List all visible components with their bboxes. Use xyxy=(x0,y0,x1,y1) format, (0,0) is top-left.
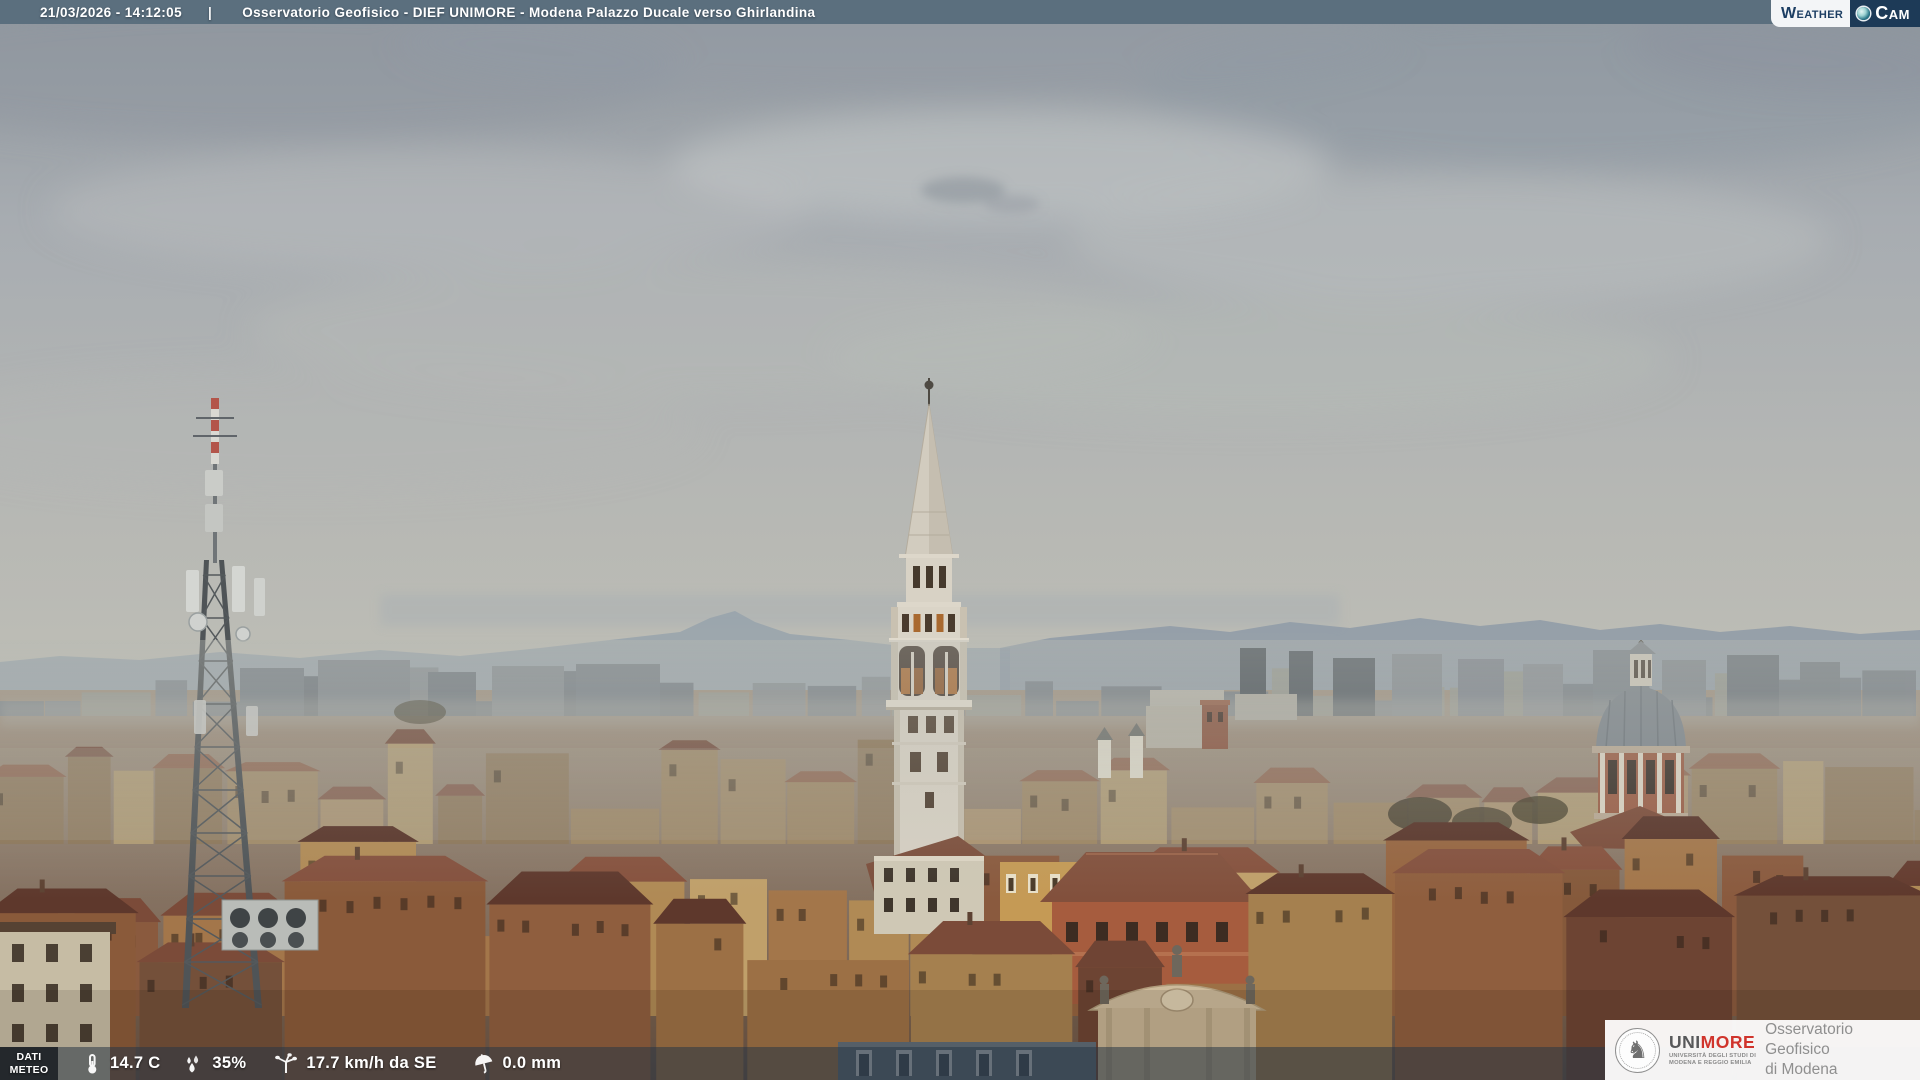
observatory-name-line2: di Modena xyxy=(1765,1061,1838,1079)
unimore-brand-panel: ♞ UNIMORE UNIVERSITÀ DEGLI STUDI DI MODE… xyxy=(1605,1020,1920,1080)
unimore-uni-text: UNI xyxy=(1669,1031,1701,1052)
wind-reading: 17.7 km/h da SE xyxy=(274,1052,437,1075)
observatory-name-line1: Osservatorio Geofisico xyxy=(1765,1020,1853,1058)
water-drops-icon xyxy=(187,1055,199,1072)
camera-title: Osservatorio Geofisico - DIEF UNIMORE - … xyxy=(242,4,816,20)
umbrella-icon xyxy=(474,1053,492,1074)
dati-label: DATI xyxy=(16,1051,42,1064)
unimore-more-text: MORE xyxy=(1700,1031,1756,1052)
university-name-line1: UNIVERSITÀ DEGLI STUDI DI xyxy=(1669,1052,1757,1059)
dati-meteo-badge: DATI METEO xyxy=(0,1047,58,1080)
timestamp: 21/03/2026 - 14:12:05 xyxy=(40,4,183,20)
meteo-label: METEO xyxy=(9,1063,49,1076)
camera-lens-icon xyxy=(1857,7,1871,20)
temperature-reading: 14.7 C xyxy=(82,1053,160,1075)
temperature-value: 14.7 C xyxy=(110,1054,161,1072)
weathercam-cam-label: Cam xyxy=(1875,3,1910,23)
separator: | xyxy=(208,4,213,20)
webcam-photo xyxy=(0,0,1920,1080)
thermometer-icon xyxy=(88,1053,97,1073)
unimore-seal-knight-icon: ♞ xyxy=(1626,1036,1649,1064)
weathercam-weather-label: Weather xyxy=(1770,0,1851,27)
unimore-wordmark: UNIMORE UNIVERSITÀ DEGLI STUDI DI MODENA… xyxy=(1669,1031,1757,1067)
humidity-reading: 35% xyxy=(182,1053,246,1075)
weathercam-cam-wrap: Cam xyxy=(1850,0,1920,27)
haze-overlay xyxy=(0,640,1920,900)
anemometer-icon xyxy=(275,1052,298,1073)
weathercam-logo: Weather Cam xyxy=(1770,0,1920,27)
unimore-seal-icon: ♞ xyxy=(1615,1027,1660,1073)
precipitation-reading: 0.0 mm xyxy=(473,1053,562,1075)
precipitation-value: 0.0 mm xyxy=(502,1054,562,1072)
status-bar: 21/03/2026 - 14:12:05 | Osservatorio Geo… xyxy=(0,0,1920,24)
webcam-viewer: 21/03/2026 - 14:12:05 | Osservatorio Geo… xyxy=(0,0,1920,1080)
wind-value: 17.7 km/h da SE xyxy=(306,1054,437,1072)
university-name-line2: MODENA E REGGIO EMILIA xyxy=(1669,1060,1752,1067)
observatory-name: Osservatorio Geofisico di Modena xyxy=(1765,1020,1920,1080)
humidity-value: 35% xyxy=(212,1054,247,1072)
